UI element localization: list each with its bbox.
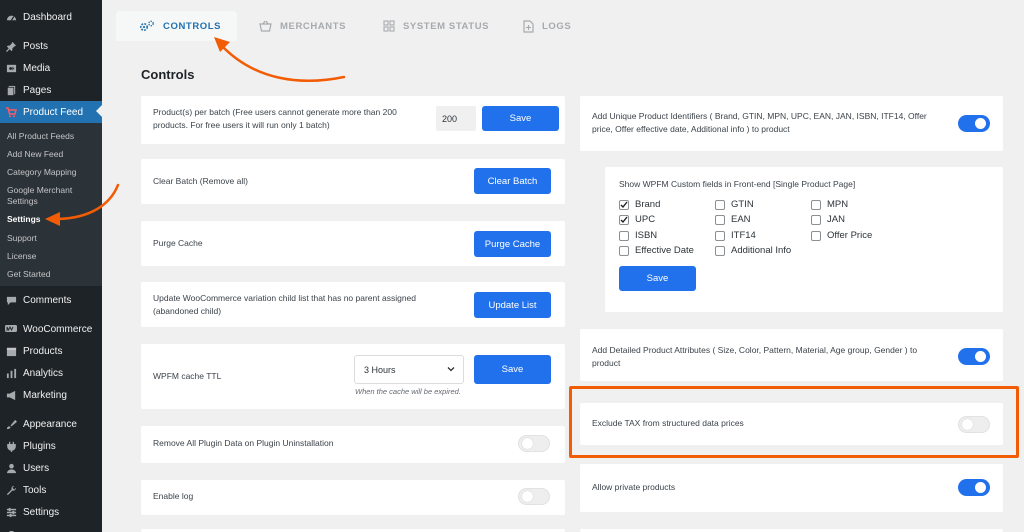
arrow-to-settings-item bbox=[56, 183, 120, 221]
arrowhead-icon bbox=[45, 212, 60, 226]
annotation-arrows bbox=[45, 37, 346, 226]
arrow-to-controls-tab bbox=[220, 44, 346, 82]
